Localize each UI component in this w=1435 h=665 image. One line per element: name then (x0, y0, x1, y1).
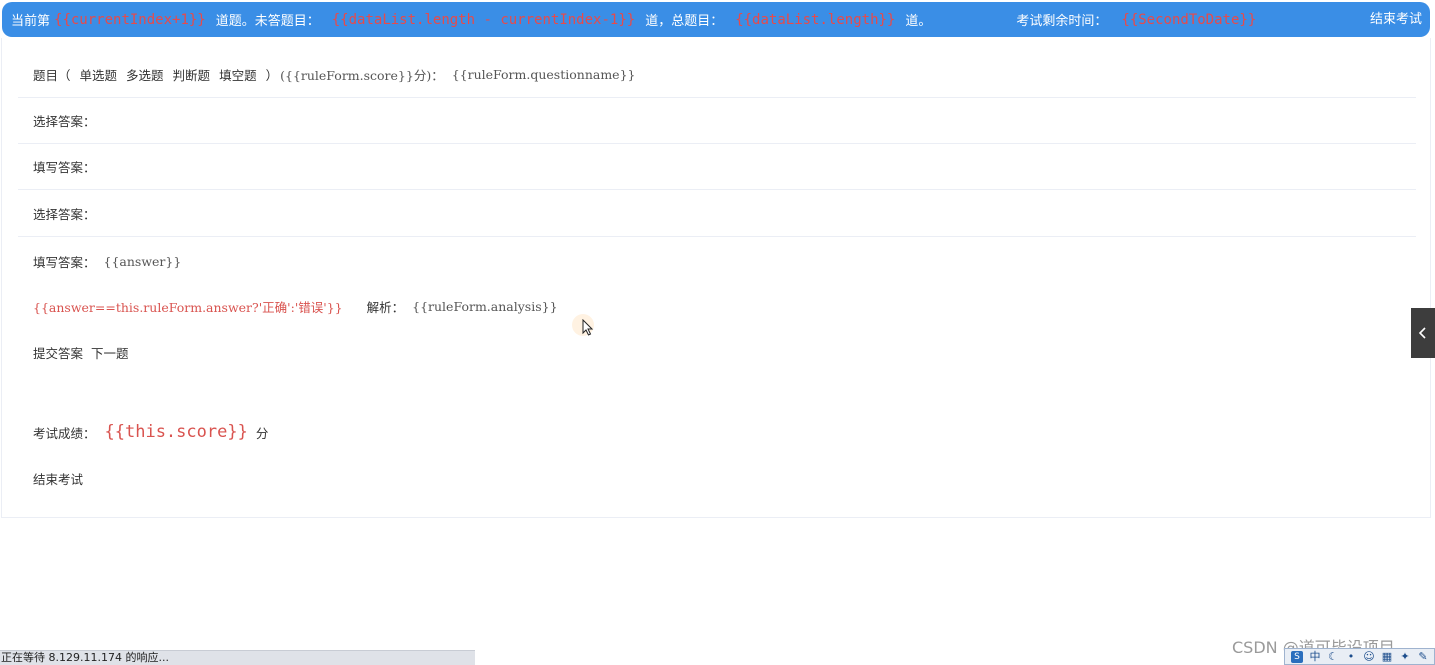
question-prefix: 题目（ (33, 68, 71, 83)
question-card: 题目（ 单选题 多选题 判断题 填空题 ） ({{ruleForm.score}… (1, 38, 1431, 518)
score-label: 考试成绩： (33, 425, 96, 441)
fill-answer-row-2: 填写答案： {{answer}} (18, 238, 1416, 284)
input-method-icon[interactable]: S (1291, 650, 1303, 663)
fill-answer-row-1: 填写答案： (18, 144, 1416, 190)
choose-answer-row-1: 选择答案： (18, 98, 1416, 144)
chevron-left-icon (1418, 327, 1426, 339)
end-exam-top-button[interactable]: 结束考试 (1370, 8, 1422, 27)
next-question-button[interactable]: 下一题 (91, 343, 129, 362)
keyboard-icon[interactable]: ▦ (1381, 650, 1393, 663)
mouse-cursor-icon (582, 319, 594, 336)
question-row: 题目（ 单选题 多选题 判断题 填空题 ） ({{ruleForm.score}… (18, 52, 1416, 98)
score-value: {{this.score}} (104, 422, 248, 442)
fill-answer-label-2: 填写答案： (33, 254, 96, 270)
submit-answer-button[interactable]: 提交答案 (33, 343, 83, 362)
correctness-text: {{answer==this.ruleForm.answer?'正确':'错误'… (33, 299, 343, 315)
question-name: {{ruleForm.questionname}} (451, 67, 636, 82)
language-indicator[interactable]: 中 (1309, 650, 1321, 663)
total-label: 道，总题目： (645, 14, 724, 29)
choose-answer-row-2: 选择答案： (18, 191, 1416, 237)
analysis-label: 解析： (366, 299, 405, 315)
emoji-icon[interactable]: ☺ (1363, 650, 1375, 663)
unanswered-count: {{dataList.length - currentIndex-1}} (331, 11, 636, 28)
exam-status-bar: 当前第 {{currentIndex+1}} 道题。未答题目： {{dataLi… (2, 2, 1430, 37)
moon-icon[interactable]: ☾ (1327, 650, 1339, 663)
tools-icon[interactable]: ✎ (1417, 650, 1429, 663)
type-multiple: 多选题 (126, 68, 164, 83)
answer-value: {{answer}} (103, 253, 182, 269)
side-panel-toggle[interactable] (1411, 308, 1435, 358)
question-score: ({{ruleForm.score}}分)： (280, 68, 444, 83)
actions-row: 提交答案 下一题 (18, 329, 1416, 375)
choose-answer-label-1: 选择答案： (33, 114, 96, 129)
end-exam-button[interactable]: 结束考试 (33, 469, 83, 488)
total-count: {{dataList.length}} (735, 11, 896, 28)
question-close: ） (265, 68, 279, 83)
current-prefix: 当前第 (11, 14, 51, 29)
settings-icon[interactable]: ✦ (1399, 650, 1411, 663)
score-unit: 分 (255, 425, 269, 441)
type-fill: 填空题 (219, 68, 257, 83)
result-row: {{answer==this.ruleForm.answer?'正确':'错误'… (18, 283, 1416, 329)
total-suffix: 道。 (905, 14, 932, 29)
end-exam-row: 结束考试 (18, 455, 1416, 501)
analysis-value: {{ruleForm.analysis}} (412, 298, 558, 314)
time-label: 考试剩余时间： (1016, 14, 1108, 29)
current-index: {{currentIndex+1}} (54, 11, 206, 28)
browser-status-bar: 正在等待 8.129.11.174 的响应... (0, 650, 475, 665)
punctuation-icon[interactable]: • (1345, 650, 1357, 663)
choose-answer-label-2: 选择答案： (33, 207, 96, 222)
remaining-time: {{SecondToDate}} (1121, 11, 1257, 28)
score-row: 考试成绩： {{this.score}} 分 (18, 409, 1416, 455)
fill-answer-label-1: 填写答案： (33, 160, 96, 175)
unanswered-label: 道题。未答题目： (215, 14, 320, 29)
type-single: 单选题 (79, 68, 118, 83)
type-judge: 判断题 (172, 68, 211, 83)
system-tray: S 中 ☾ • ☺ ▦ ✦ ✎ (1284, 648, 1435, 665)
